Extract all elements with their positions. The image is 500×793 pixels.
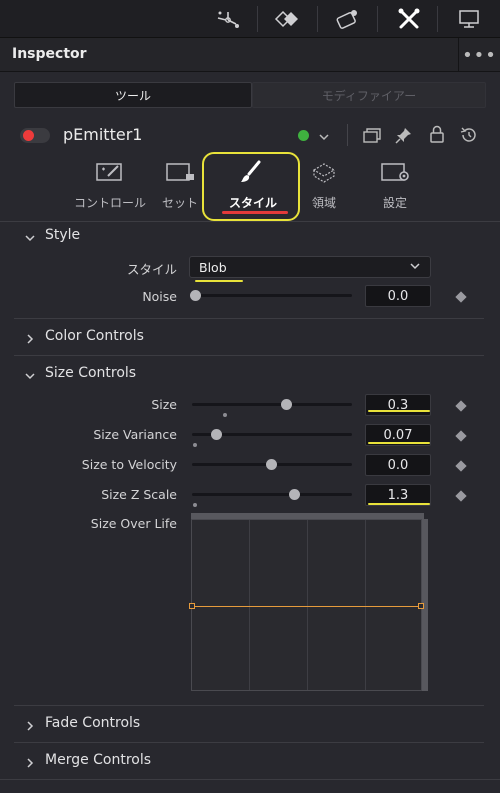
set-icon: [164, 160, 196, 188]
controls-icon: [94, 160, 126, 188]
category-config[interactable]: 設定: [357, 160, 433, 218]
pin-icon[interactable]: [395, 126, 413, 148]
toolbar-divider: [437, 6, 438, 32]
noise-value-field[interactable]: 0.0: [365, 285, 431, 307]
size-to-velocity-slider-knob[interactable]: [266, 459, 277, 470]
node-divider: [347, 124, 348, 146]
lock-icon[interactable]: [429, 125, 445, 148]
divider: [14, 705, 484, 706]
grid-line: [365, 520, 366, 690]
inspector-title: Inspector: [12, 46, 87, 62]
merge-controls-chevron-icon[interactable]: [24, 754, 36, 773]
grid-line: [307, 520, 308, 690]
size-label: Size: [151, 397, 177, 412]
size-value-field[interactable]: 0.3: [365, 394, 431, 416]
chevron-down-icon[interactable]: [318, 128, 330, 147]
highlight-annotation: [202, 152, 300, 221]
highlight-underline: [368, 442, 430, 444]
versions-icon[interactable]: [362, 126, 382, 148]
size-z-scale-keyframe-icon[interactable]: [455, 490, 467, 502]
noise-keyframe-icon[interactable]: [455, 291, 467, 303]
size-variance-default-marker: [193, 443, 197, 447]
highlight-underline: [368, 503, 430, 505]
merge-controls-title[interactable]: Merge Controls: [45, 752, 151, 768]
divider: [14, 742, 484, 743]
size-to-velocity-value-field[interactable]: 0.0: [365, 454, 431, 476]
noise-label: Noise: [142, 289, 177, 304]
node-color-indicator[interactable]: [298, 130, 309, 141]
size-over-life-label: Size Over Life: [90, 516, 177, 531]
divider: [0, 221, 500, 222]
size-to-velocity-label: Size to Velocity: [81, 457, 177, 472]
highlight-underline: [368, 410, 430, 412]
size-to-velocity-keyframe-icon[interactable]: [455, 460, 467, 472]
size-variance-slider-knob[interactable]: [211, 429, 222, 440]
style-section-title[interactable]: Style: [45, 227, 80, 243]
toolbar-divider: [317, 6, 318, 32]
tab-tools[interactable]: ツール: [14, 82, 252, 108]
style-type-label: スタイル: [126, 262, 177, 277]
metadata-icon[interactable]: [440, 4, 498, 34]
category-label: 設定: [382, 196, 407, 210]
highlight-underline: [195, 280, 243, 282]
reset-icon[interactable]: [459, 125, 479, 149]
size-z-scale-slider-knob[interactable]: [289, 489, 300, 500]
fade-controls-title[interactable]: Fade Controls: [45, 715, 140, 731]
size-default-marker: [223, 413, 227, 417]
inspector-tools-icon[interactable]: [380, 4, 438, 34]
size-z-scale-label: Size Z Scale: [101, 487, 177, 502]
tab-modifiers[interactable]: モディファイアー: [252, 82, 486, 108]
more-options-button[interactable]: •••: [458, 38, 500, 72]
node-name: pEmitter1: [63, 125, 143, 144]
divider: [0, 779, 500, 780]
region-icon: [308, 160, 340, 188]
category-label: セット: [161, 196, 198, 210]
color-controls-chevron-icon[interactable]: [24, 330, 36, 349]
size-controls-chevron-icon[interactable]: [24, 367, 36, 386]
category-controls[interactable]: コントロール: [72, 160, 148, 218]
keyframes-icon[interactable]: [259, 4, 317, 34]
category-label: 領域: [311, 196, 336, 210]
chevron-down-icon: [408, 258, 422, 277]
spline-icon[interactable]: [319, 4, 377, 34]
size-keyframe-icon[interactable]: [455, 400, 467, 412]
grid-line: [249, 520, 250, 690]
size-curve-line[interactable]: [192, 606, 421, 607]
size-over-life-curve-editor[interactable]: [189, 519, 424, 691]
divider: [14, 355, 484, 356]
size-variance-keyframe-icon[interactable]: [455, 430, 467, 442]
gear-icon: [379, 160, 411, 188]
style-type-dropdown[interactable]: Blob: [189, 256, 431, 278]
size-z-scale-default-marker: [193, 503, 197, 507]
noise-slider-track[interactable]: [192, 294, 352, 297]
toolbar-divider: [377, 6, 378, 32]
style-type-value: Blob: [199, 260, 227, 275]
size-slider-knob[interactable]: [281, 399, 292, 410]
effects-icon[interactable]: [200, 4, 258, 34]
fade-controls-chevron-icon[interactable]: [24, 717, 36, 736]
color-controls-title[interactable]: Color Controls: [45, 328, 144, 344]
curve-end-point[interactable]: [418, 603, 424, 609]
size-z-scale-slider-track[interactable]: [192, 493, 352, 496]
divider: [14, 318, 484, 319]
toolbar-divider: [257, 6, 258, 32]
top-toolbar: [0, 0, 500, 38]
size-slider-track[interactable]: [192, 403, 352, 406]
style-section-chevron-icon[interactable]: [24, 229, 36, 248]
noise-slider-knob[interactable]: [190, 290, 201, 301]
curve-start-point[interactable]: [189, 603, 195, 609]
category-label: コントロール: [73, 196, 146, 210]
size-controls-title[interactable]: Size Controls: [45, 365, 136, 381]
node-enable-toggle[interactable]: [20, 128, 50, 143]
size-variance-label: Size Variance: [93, 427, 177, 442]
